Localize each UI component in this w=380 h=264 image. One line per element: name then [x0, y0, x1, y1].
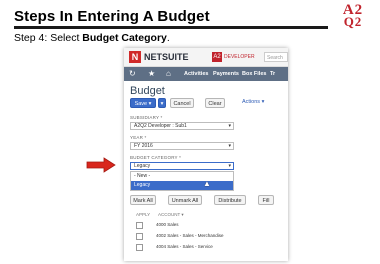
chevron-down-icon: ▾: [228, 143, 231, 149]
page-title: Budget: [130, 85, 165, 97]
save-button[interactable]: Save ▾: [130, 98, 156, 108]
year-select[interactable]: FY 2016 ▾: [130, 142, 234, 150]
clear-button[interactable]: Clear: [205, 98, 225, 108]
slide-title: Steps In Entering A Budget: [14, 8, 210, 25]
unmark-all-button[interactable]: Unmark All: [168, 195, 202, 205]
save-button-label: Save: [134, 101, 148, 107]
apply-checkbox[interactable]: [136, 244, 143, 251]
year-value: FY 2016: [134, 143, 153, 149]
nav-item-activities[interactable]: Activities: [184, 67, 208, 81]
subsidiary-label: SUBSIDIARY *: [130, 115, 163, 120]
home-icon[interactable]: ⌂: [166, 67, 171, 81]
step-suffix: .: [166, 32, 170, 44]
budget-category-label: BUDGET CATEGORY *: [130, 155, 182, 160]
cancel-button[interactable]: Cancel: [170, 98, 194, 108]
nav-item-payments[interactable]: Payments: [213, 67, 239, 81]
netsuite-logo-text: NETSUITE: [144, 52, 189, 62]
history-icon[interactable]: ↻: [129, 67, 136, 81]
nav-item-box-files[interactable]: Box Files: [242, 67, 266, 81]
developer-badge-icon: A2: [212, 51, 222, 62]
step-instruction: Step 4: Select Budget Category.: [14, 32, 170, 44]
main-nav-bar: ↻ ★ ⌂ Activities Payments Box Files Tr: [124, 67, 288, 81]
budget-category-dropdown: - New - Legacy: [130, 171, 234, 191]
year-label: YEAR *: [130, 135, 147, 140]
apply-checkbox[interactable]: [136, 222, 143, 229]
table-row: 4000 Sales: [132, 220, 282, 229]
netsuite-logo-icon: N: [129, 51, 141, 63]
account-cell: 4002 Sales - Sales - Merchandise: [156, 233, 224, 238]
chevron-down-icon: ▾: [148, 101, 152, 107]
mark-all-button[interactable]: Mark All: [130, 195, 156, 205]
step-bold-text: Budget Category: [82, 32, 167, 44]
chevron-down-icon: ▾: [228, 123, 231, 129]
table-row: 4004 Sales - Sales - Service: [132, 242, 282, 251]
star-icon[interactable]: ★: [148, 67, 155, 81]
column-header-apply: APPLY: [136, 212, 151, 217]
chevron-down-icon: ▾: [228, 163, 231, 169]
fill-button[interactable]: Fill: [258, 195, 274, 205]
logo-line-2: Q2: [343, 14, 363, 29]
title-divider: [14, 26, 328, 29]
budget-category-value: Legacy: [134, 163, 151, 169]
netsuite-header: N NETSUITE A2 DEVELOPER Search: [124, 48, 288, 67]
a2q2-logo: A2 Q2: [337, 3, 369, 30]
column-header-account: ACCOUNT ▾: [158, 212, 184, 217]
save-options-button[interactable]: ▾: [158, 98, 166, 108]
developer-badge-label: DEVELOPER: [224, 54, 255, 60]
nav-item-more[interactable]: Tr: [270, 67, 275, 81]
actions-label: Actions: [242, 99, 261, 105]
account-cell: 4004 Sales - Sales - Service: [156, 244, 213, 249]
dropdown-option-new[interactable]: - New -: [131, 172, 233, 181]
column-header-account-label: ACCOUNT: [158, 212, 181, 217]
step-prefix: Step 4: Select: [14, 32, 83, 44]
mouse-cursor-icon: ▲: [203, 179, 211, 188]
subsidiary-select[interactable]: A2Q2 Developer : Sub1 ▾: [130, 122, 234, 130]
netsuite-screenshot: N NETSUITE A2 DEVELOPER Search ↻ ★ ⌂ Acti…: [124, 48, 288, 261]
apply-checkbox[interactable]: [136, 233, 143, 240]
red-arrow-icon: [86, 157, 116, 173]
distribute-button[interactable]: Distribute: [214, 195, 246, 205]
dropdown-option-legacy[interactable]: Legacy: [131, 181, 233, 190]
budget-category-select[interactable]: Legacy ▾: [130, 162, 234, 170]
account-cell: 4000 Sales: [156, 222, 179, 227]
global-search-input[interactable]: Search: [264, 52, 288, 62]
table-row: 4002 Sales - Sales - Merchandise: [132, 231, 282, 240]
developer-badge: A2 DEVELOPER: [212, 51, 255, 63]
subsidiary-value: A2Q2 Developer : Sub1: [134, 123, 187, 129]
actions-menu[interactable]: Actions ▾: [242, 99, 264, 105]
